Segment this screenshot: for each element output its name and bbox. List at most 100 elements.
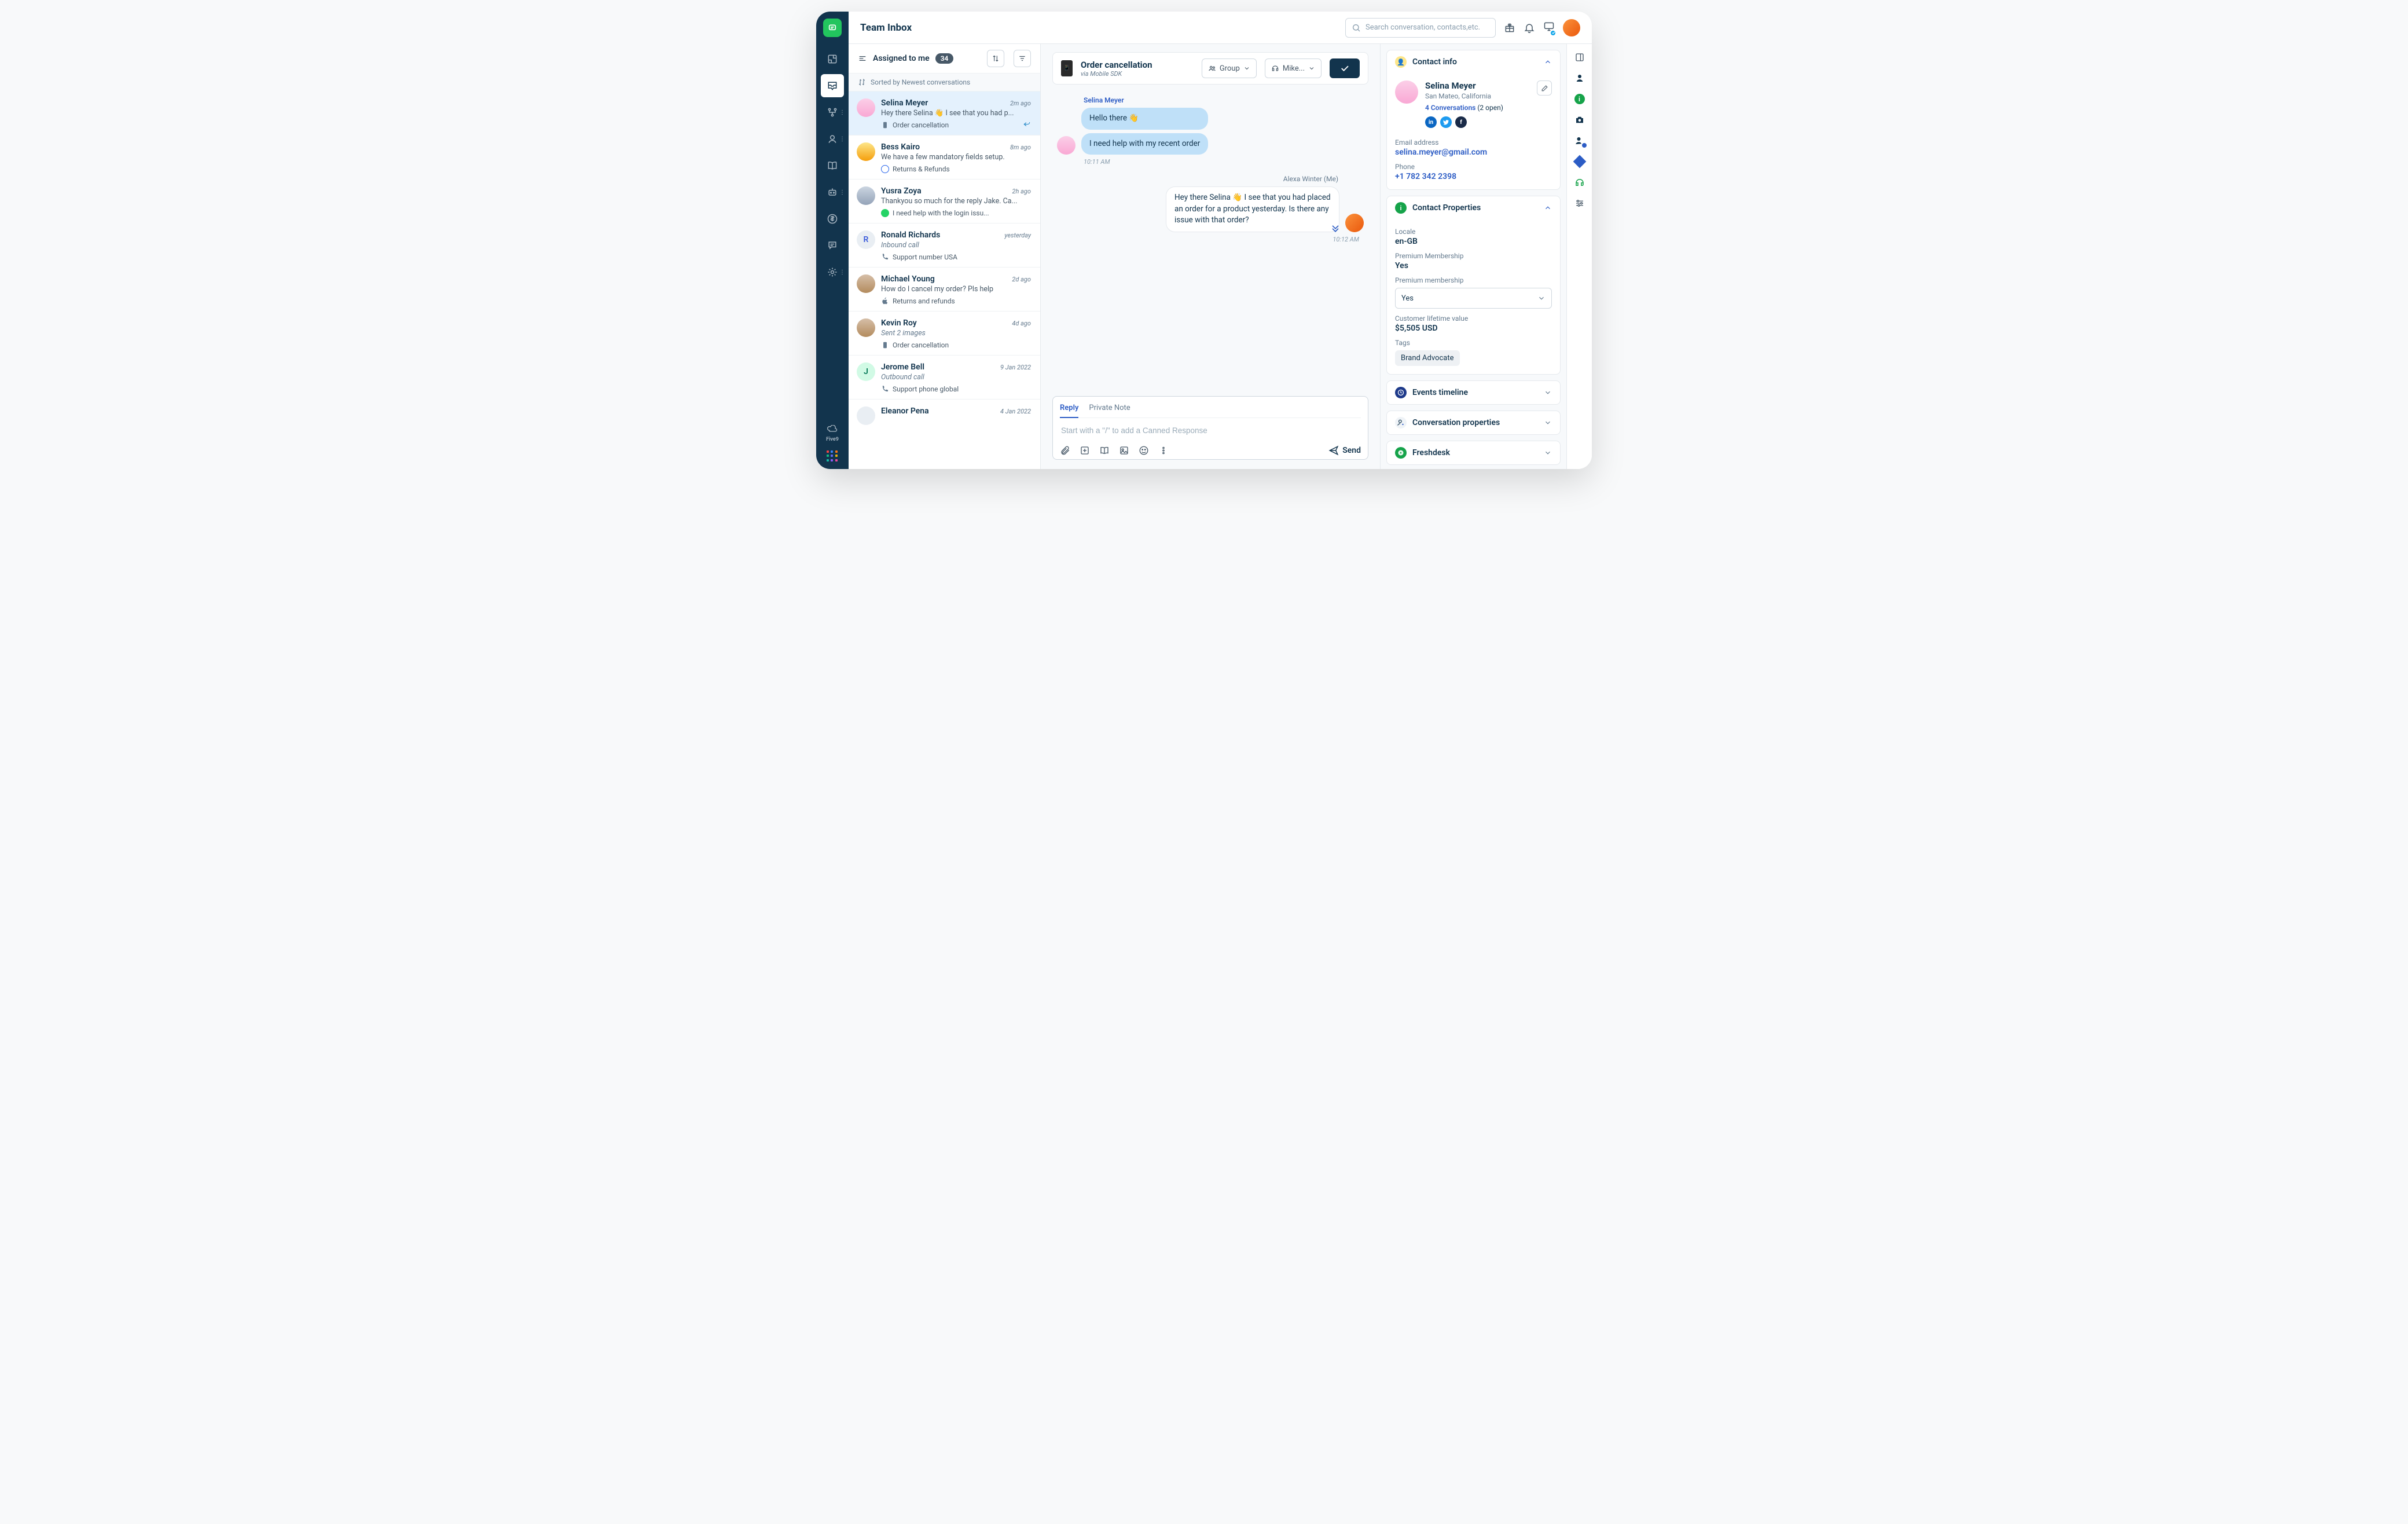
sort-button[interactable] (987, 50, 1004, 67)
current-user-avatar[interactable] (1563, 19, 1580, 36)
more-icon[interactable] (1158, 445, 1169, 456)
conversation-item[interactable]: Kevin Roy4d ago Sent 2 images Order canc… (849, 312, 1040, 356)
nav-knowledge[interactable] (821, 154, 844, 177)
tab-private-note[interactable]: Private Note (1089, 401, 1130, 417)
gift-icon[interactable] (1504, 22, 1515, 34)
chevron-down-icon (1308, 65, 1315, 72)
availability-toggle[interactable] (1543, 21, 1555, 35)
premium-label: Premium Membership (1395, 252, 1552, 260)
linkedin-icon[interactable]: in (1425, 116, 1437, 128)
conversation-source: via Mobile SDK (1081, 70, 1152, 78)
panel-header-conv-props[interactable]: Conversation properties (1387, 411, 1560, 434)
tag-chip[interactable]: Brand Advocate (1395, 350, 1460, 366)
view-label[interactable]: Assigned to me (873, 54, 930, 63)
events-timeline-panel: Events timeline (1386, 380, 1561, 405)
headset-icon (1271, 64, 1279, 72)
freshdesk-icon: ❂ (1395, 447, 1407, 459)
support-app-icon[interactable] (1573, 176, 1586, 189)
filter-button[interactable] (1014, 50, 1031, 67)
send-button[interactable]: Send (1328, 445, 1361, 456)
phone-icon (881, 253, 889, 261)
info-app-icon[interactable]: i (1573, 93, 1586, 105)
facebook-icon[interactable]: f (1455, 116, 1467, 128)
chevron-double-down-icon[interactable] (1330, 222, 1341, 234)
message-bubble: Hey there Selina 👋 I see that you had pl… (1166, 186, 1339, 232)
message-avatar (1057, 136, 1075, 155)
group-dropdown[interactable]: Group (1202, 58, 1257, 78)
nav-chats[interactable] (821, 234, 844, 257)
nav-billing[interactable] (821, 207, 844, 230)
phone-value[interactable]: +1 782 342 2398 (1395, 172, 1552, 181)
message-input[interactable] (1060, 422, 1361, 445)
email-value[interactable]: selina.meyer@gmail.com (1395, 148, 1552, 157)
avatar (857, 274, 875, 293)
apps-rail: i (1566, 44, 1592, 469)
conversation-item[interactable]: Bess Kairo8m ago We have a few mandatory… (849, 135, 1040, 179)
conversation-item[interactable]: Selina Meyer2m ago Hey there Selina 👋 I … (849, 91, 1040, 135)
conversation-item[interactable]: Michael Young2d ago How do I cancel my o… (849, 268, 1040, 312)
diamond-app-icon[interactable] (1573, 155, 1586, 168)
expand-icon[interactable] (1573, 51, 1586, 64)
phone-label: Phone (1395, 163, 1552, 171)
add-user-app-icon[interactable] (1573, 134, 1586, 147)
message-timestamp: 10:12 AM (1057, 236, 1359, 243)
canned-response-icon[interactable] (1080, 445, 1090, 456)
image-icon[interactable] (1119, 445, 1129, 456)
app-shell: ⋮ ⋮ ⋮ ⋮ Five9 Team Inbox Search conversa… (816, 12, 1592, 469)
emoji-icon[interactable] (1139, 445, 1149, 456)
conversation-item[interactable]: R Ronald Richardsyesterday Inbound call … (849, 224, 1040, 268)
avatar (857, 318, 875, 337)
nav-inbox[interactable] (821, 74, 844, 97)
panel-header-freshdesk[interactable]: ❂ Freshdesk (1387, 441, 1560, 464)
inbox-column: Assigned to me 34 Sorted by Newest conve… (849, 44, 1041, 469)
chevron-up-icon (1544, 58, 1552, 66)
conversation-item[interactable]: Eleanor Pena4 Jan 2022 (849, 400, 1040, 431)
premium-value: Yes (1395, 261, 1552, 270)
panel-header-contact-properties[interactable]: i Contact Properties (1387, 196, 1560, 219)
search-placeholder: Search conversation, contacts,etc. (1365, 23, 1480, 32)
bell-icon[interactable] (1524, 22, 1535, 34)
integration-five9[interactable]: Five9 (826, 423, 839, 442)
page-title: Team Inbox (860, 22, 912, 34)
avatar (857, 142, 875, 161)
conversation-properties-panel: Conversation properties (1386, 411, 1561, 435)
panel-header-contact-info[interactable]: 👤 Contact info (1387, 50, 1560, 74)
knowledge-icon[interactable] (1099, 445, 1110, 456)
nav-dashboard[interactable] (821, 47, 844, 71)
nav-contacts[interactable]: ⋮ (821, 127, 844, 151)
twitter-icon[interactable] (1440, 116, 1452, 128)
edit-contact-button[interactable] (1537, 80, 1552, 96)
search-icon (1352, 23, 1361, 32)
attachment-icon[interactable] (1060, 445, 1070, 456)
mobile-icon (881, 341, 889, 349)
nav-settings[interactable]: ⋮ (821, 261, 844, 284)
user-app-icon[interactable] (1573, 72, 1586, 85)
camera-app-icon[interactable] (1573, 113, 1586, 126)
message-bubble: Hello there 👋 (1081, 108, 1208, 130)
nav-bot-flows[interactable]: ⋮ (821, 101, 844, 124)
search-input[interactable]: Search conversation, contacts,etc. (1345, 18, 1496, 38)
panel-header-events[interactable]: Events timeline (1387, 381, 1560, 404)
message-avatar (1345, 214, 1364, 232)
composer-toolbar: Send (1060, 445, 1361, 456)
tab-reply[interactable]: Reply (1060, 401, 1078, 418)
resolve-button[interactable] (1330, 58, 1360, 78)
app-grid-icon[interactable] (827, 450, 838, 462)
messages-scroll[interactable]: Selina Meyer Hello there 👋 I need help w… (1041, 90, 1380, 396)
info-icon: i (1395, 202, 1407, 214)
assignee-dropdown[interactable]: Mike... (1265, 58, 1322, 78)
conversation-panel: 📱 Order cancellation via Mobile SDK Grou… (1041, 44, 1380, 469)
conversation-item[interactable]: J Jerome Bell9 Jan 2022 Outbound call Su… (849, 356, 1040, 400)
sort-icon (858, 78, 866, 86)
sliders-app-icon[interactable] (1573, 197, 1586, 210)
sort-indicator[interactable]: Sorted by Newest conversations (849, 74, 1040, 91)
conversation-item[interactable]: Yusra Zoya2h ago Thankyou so much for th… (849, 179, 1040, 224)
locale-value: en-GB (1395, 237, 1552, 246)
menu-icon[interactable] (858, 54, 867, 63)
reply-icon (1023, 120, 1031, 128)
conversations-link[interactable]: 4 Conversations (1425, 104, 1475, 112)
premium-select[interactable]: Yes (1395, 288, 1552, 309)
nav-bots[interactable]: ⋮ (821, 181, 844, 204)
nav-rail: ⋮ ⋮ ⋮ ⋮ Five9 (816, 12, 849, 469)
status-check-icon (1550, 30, 1557, 36)
